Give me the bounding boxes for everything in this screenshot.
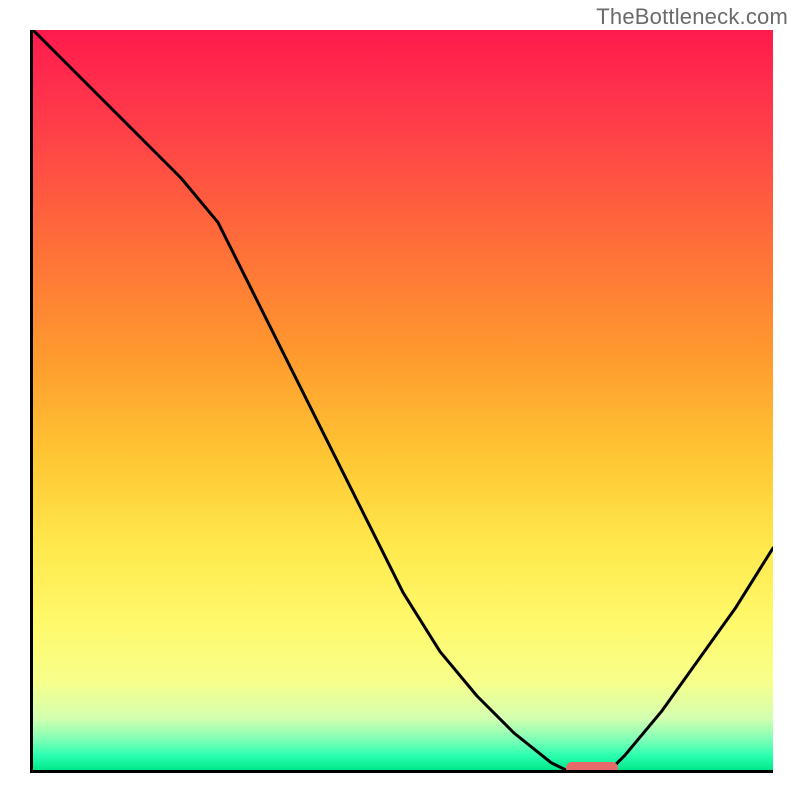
chart-curve (33, 30, 773, 770)
chart-plot-area (30, 30, 773, 773)
chart-line-svg (33, 30, 773, 770)
optimal-range-marker (566, 762, 618, 773)
watermark-text: TheBottleneck.com (596, 4, 788, 30)
